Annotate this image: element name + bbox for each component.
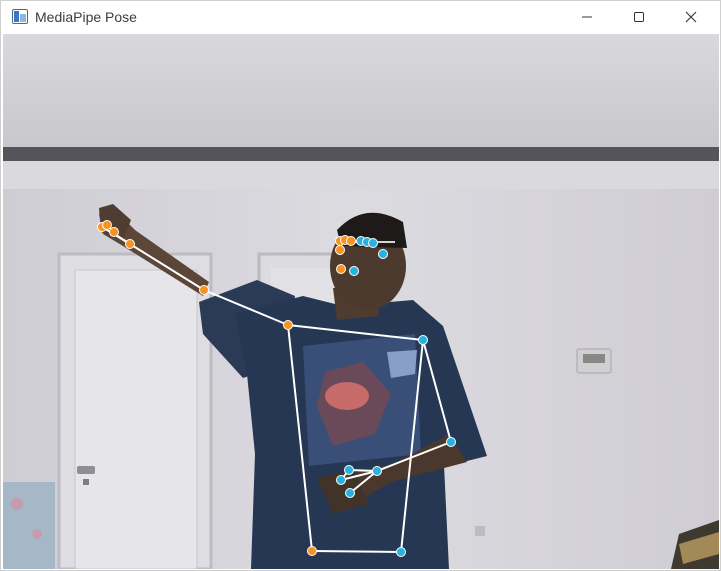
right-index-landmark (336, 475, 346, 485)
mouth-right-landmark (349, 266, 359, 276)
title-bar[interactable]: MediaPipe Pose (1, 1, 720, 33)
camera-feed (3, 34, 719, 569)
close-icon (685, 11, 697, 23)
fabric-item (3, 482, 55, 569)
right-wrist-landmark (372, 466, 382, 476)
right-hip-landmark (396, 547, 406, 557)
right-thumb-landmark (345, 488, 355, 498)
right-ear-landmark (378, 249, 388, 259)
camera-frame (3, 34, 719, 569)
ceiling-edge (3, 161, 719, 189)
left-door (57, 252, 213, 569)
ceiling (3, 34, 719, 149)
minimize-button[interactable] (564, 1, 610, 33)
wall-outlet (475, 526, 485, 536)
left-ear-landmark (335, 245, 345, 255)
maximize-button[interactable] (616, 1, 662, 33)
minimize-icon (581, 11, 593, 23)
ceiling-beam (3, 147, 719, 161)
wall-switch-panel (583, 354, 605, 363)
right-pinky-landmark (344, 465, 354, 475)
right-elbow-landmark (446, 437, 456, 447)
left-shoulder-landmark (283, 320, 293, 330)
window-title: MediaPipe Pose (35, 9, 137, 25)
maximize-icon (633, 11, 645, 23)
left-hip-landmark (307, 546, 317, 556)
close-button[interactable] (668, 1, 714, 33)
right-shoulder-landmark (418, 335, 428, 345)
right-eye-outer-landmark (368, 238, 378, 248)
left-eye-inner-landmark (346, 236, 356, 246)
app-window: MediaPipe Pose (0, 0, 721, 571)
left-elbow-landmark (199, 285, 209, 295)
left-index-landmark (102, 220, 112, 230)
left-wrist-landmark (125, 239, 135, 249)
left-thumb-landmark (109, 227, 119, 237)
python-window-icon (12, 9, 28, 24)
mouth-left-landmark (336, 264, 346, 274)
